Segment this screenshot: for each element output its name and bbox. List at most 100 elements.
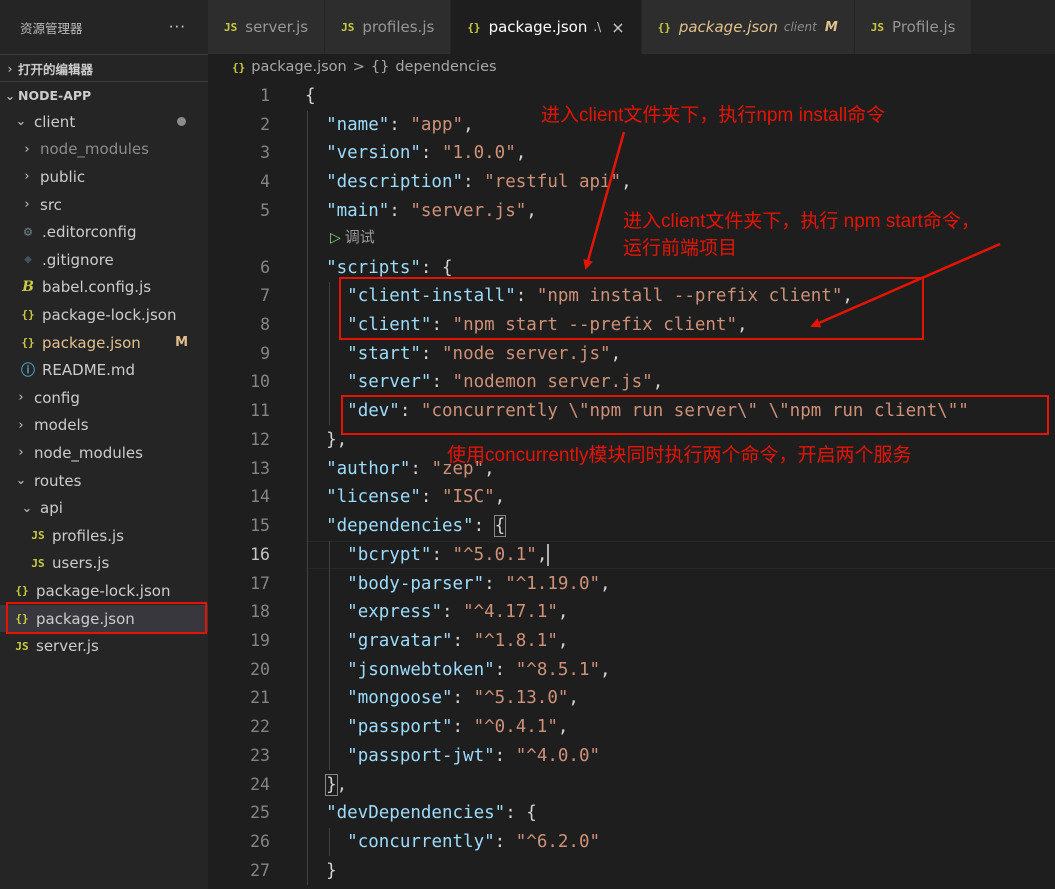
chevron-right-icon: › <box>24 169 30 185</box>
annotation-install-note: 进入client文件夹下，执行npm install命令 <box>541 105 886 126</box>
code-line: 3 "version": "1.0.0", <box>208 139 1055 168</box>
tree-item-routes[interactable]: ⌄ routes <box>0 467 208 495</box>
ellipsis-icon[interactable]: ··· <box>169 18 186 36</box>
chevron-down-icon: ⌄ <box>15 114 27 130</box>
annotation-box-package-json <box>6 602 207 634</box>
code-text: "bcrypt": "^5.0.1", <box>347 543 550 566</box>
code-text: "version": "1.0.0", <box>326 143 527 164</box>
debug-codelens[interactable]: ▷ 调试 <box>330 223 375 251</box>
tree-item-gitignore[interactable]: ◆ .gitignore <box>0 246 208 274</box>
tab-profile-js[interactable]: JS Profile.js <box>854 0 973 54</box>
git-icon: ◆ <box>24 252 32 268</box>
chevron-right-icon: › <box>18 390 24 406</box>
code-text: "main": "server.js", <box>326 200 537 221</box>
json-file-icon: {} <box>21 336 35 350</box>
indent-guide <box>307 110 308 885</box>
code-text: "passport": "^0.4.1", <box>347 717 569 738</box>
tree-item-package-json[interactable]: {} package.json M <box>0 329 208 357</box>
text-cursor <box>547 543 550 566</box>
open-editors-section[interactable]: › 打开的编辑器 <box>0 54 208 81</box>
line-number: 26 <box>250 832 270 851</box>
line-number: 5 <box>260 200 270 220</box>
chevron-down-icon: ⌄ <box>4 87 16 103</box>
line-number: 7 <box>260 286 270 306</box>
tree-item-config[interactable]: › config <box>0 384 208 412</box>
code-text: { <box>305 86 316 106</box>
json-file-icon: {} <box>232 60 246 74</box>
tree-item-package-lock-json[interactable]: {} package-lock.json <box>0 301 208 329</box>
line-number: 10 <box>250 372 270 392</box>
json-file-icon: {} <box>15 584 29 598</box>
code-text: "devDependencies": { <box>326 803 537 824</box>
tree-item-profiles-js[interactable]: JS profiles.js <box>0 522 208 550</box>
tree-item-label: package-lock.json <box>36 581 171 600</box>
code-line: 9 "start": "node server.js", <box>208 340 1055 369</box>
tab-label: profiles.js <box>362 18 435 36</box>
tab-package-json-root[interactable]: {} package.json .\ × <box>451 0 642 54</box>
code-line: 18 "express": "^4.17.1", <box>208 598 1055 627</box>
tree-item-package-lock-json[interactable]: {} package-lock.json <box>0 577 208 605</box>
tree-item-editorconfig[interactable]: ⚙ .editorconfig <box>0 218 208 246</box>
breadcrumb-symbol[interactable]: dependencies <box>395 59 496 75</box>
tree-item-node-modules[interactable]: › node_modules <box>0 439 208 467</box>
tree-item-label: .gitignore <box>42 250 114 269</box>
breadcrumb-separator: > <box>352 59 365 75</box>
json-file-icon: {} <box>21 308 35 322</box>
tab-profiles-js[interactable]: JS profiles.js <box>325 0 452 54</box>
tree-item-client[interactable]: ⌄ client <box>0 108 208 136</box>
tab-label: package.json <box>678 18 778 36</box>
code-line: 26 "concurrently": "^6.2.0" <box>208 828 1055 857</box>
tree-item-babel-config-js[interactable]: Bbabel.config.js <box>0 274 208 302</box>
info-icon: ⓘ <box>21 363 35 380</box>
breadcrumb-file[interactable]: package.json <box>251 59 346 75</box>
line-number: 17 <box>250 573 270 593</box>
tree-item-label: client <box>34 112 76 131</box>
code-line: 24 }, <box>208 771 1055 800</box>
indent-guide <box>329 828 330 856</box>
tab-server-js[interactable]: JS server.js <box>208 0 326 54</box>
line-number: 1 <box>260 86 270 105</box>
tree-item-users-js[interactable]: JS users.js <box>0 550 208 578</box>
code-line: 4 "description": "restful api", <box>208 168 1055 197</box>
indent-guide <box>329 540 330 770</box>
line-number: 11 <box>250 401 270 421</box>
explorer-sidebar: 资源管理器 ··· › 打开的编辑器 ⌄ NODE-APP ⌄ client › no… <box>0 0 208 889</box>
code-text: "dependencies": { <box>326 515 507 538</box>
chevron-right-icon: › <box>7 60 13 76</box>
project-label: NODE-APP <box>18 87 92 103</box>
debug-codelens-label: 调试 <box>344 229 375 246</box>
tab-package-json-client[interactable]: {} package.json client M <box>641 0 855 54</box>
indent-guide <box>329 282 330 426</box>
code-line: 23 "passport-jwt": "^4.0.0" <box>208 742 1055 771</box>
code-text: }, <box>325 773 348 796</box>
code-text: "passport-jwt": "^4.0.0" <box>347 745 601 766</box>
code-text: "license": "ISC", <box>326 487 506 508</box>
line-number: 24 <box>250 774 270 794</box>
tree-item-label: babel.config.js <box>42 278 152 297</box>
line-number: 18 <box>250 602 270 622</box>
tree-item-src[interactable]: › src <box>0 191 208 219</box>
tree-item-label: node_modules <box>40 140 149 159</box>
tree-item-readme-md[interactable]: ⓘ README.md <box>0 356 208 384</box>
close-icon[interactable]: × <box>611 18 624 37</box>
editor-tabs: JS server.js JS profiles.js {} package.j… <box>208 0 1055 54</box>
gear-icon: ⚙ <box>23 224 33 241</box>
code-line: 25 "devDependencies": { <box>208 799 1055 828</box>
tree-item-models[interactable]: › models <box>0 412 208 440</box>
code-editor[interactable]: ▷ 调试 1 {2 "name": "app", 3 "version": "1.0.… <box>208 80 1055 889</box>
chevron-right-icon: › <box>24 141 30 157</box>
line-number: 23 <box>250 745 270 765</box>
line-number: 21 <box>250 688 270 708</box>
js-file-icon: JS <box>341 20 355 34</box>
project-section[interactable]: ⌄ NODE-APP <box>0 81 208 108</box>
tree-item-label: profiles.js <box>52 526 124 545</box>
code-line: 22 "passport": "^0.4.1", <box>208 713 1055 742</box>
tree-item-public[interactable]: › public <box>0 163 208 191</box>
code-text: "mongoose": "^5.13.0", <box>347 688 579 709</box>
tree-item-server-js[interactable]: JS server.js <box>0 632 208 660</box>
play-icon: ▷ <box>330 229 341 245</box>
code-text: "start": "node server.js", <box>347 343 622 364</box>
code-text: "description": "restful api", <box>326 172 632 193</box>
tree-item-node-modules[interactable]: › node_modules <box>0 136 208 164</box>
tree-item-api[interactable]: ⌄ api <box>0 494 208 522</box>
